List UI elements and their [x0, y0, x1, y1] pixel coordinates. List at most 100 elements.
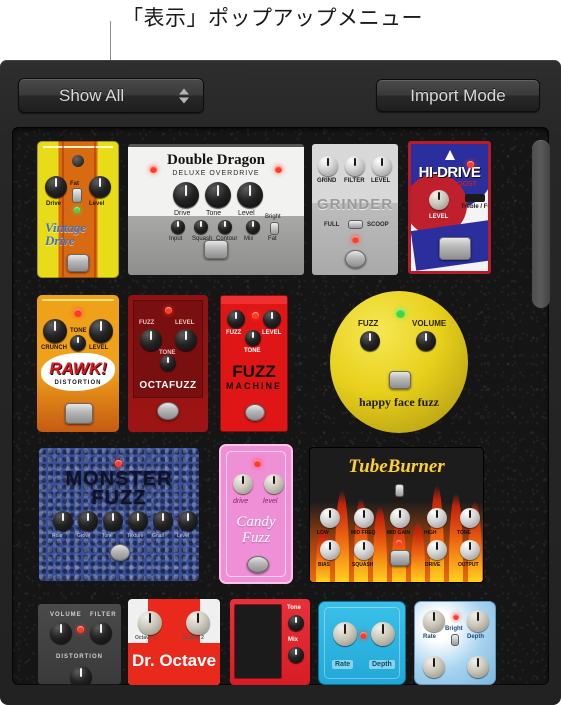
pedal-control-label: OUTPUT	[458, 562, 479, 568]
knob-depth	[467, 610, 489, 632]
pedal-control-label: VOLUME	[412, 319, 447, 328]
pedalboard-plugin-window: Show All Import Mode Drive Level Fat Vintag…	[0, 60, 561, 705]
pedal-title: Dr. Octave	[131, 651, 217, 670]
footswitch[interactable]	[439, 237, 471, 260]
show-all-popup-button[interactable]: Show All	[18, 78, 204, 113]
toggle-switch[interactable]	[395, 484, 404, 497]
pedal-candy-fuzz[interactable]: drive level Candy Fuzz	[219, 444, 293, 584]
footswitch[interactable]	[390, 550, 410, 566]
pedal-subtitle: TREBLE BOOST	[422, 181, 477, 188]
footswitch[interactable]	[389, 371, 411, 389]
pedal-fuzz-machine[interactable]: FUZZ LEVEL TONE FUZZ MACHINE	[220, 295, 288, 432]
pedal-vintage-drive[interactable]: Drive Level Fat Vintage Drive	[37, 141, 119, 278]
knob-level	[237, 182, 263, 208]
knob-grind	[318, 156, 338, 176]
toggle-switch[interactable]	[270, 222, 279, 235]
scrollbar-track[interactable]	[532, 133, 552, 679]
knob-squash	[194, 220, 208, 234]
footswitch[interactable]	[157, 402, 179, 420]
knob-pointer	[381, 158, 383, 167]
pedal-hi-drive[interactable]: HI-DRIVETREBLE BOOST LEVEL Treble / Full	[408, 141, 491, 274]
pedal-tube-burner[interactable]: TubeBurner FAT LOW MID FREQ MID GAIN HIGH TONE…	[309, 447, 484, 583]
pedal-title: MONSTER FUZZ	[65, 468, 173, 509]
footswitch[interactable]	[245, 404, 265, 421]
pedal-control-label: LEVEL	[371, 178, 391, 184]
led-red-icon	[165, 307, 172, 314]
pedal-red-pedal[interactable]: Tone Mix	[230, 599, 310, 685]
knob-depth	[371, 622, 395, 646]
pedal-control-label: Gnarl	[152, 533, 165, 539]
stripe-line	[93, 141, 96, 278]
knob-pointer	[162, 513, 164, 522]
pedal-control-label: Treble / Full	[461, 204, 491, 210]
knob-level	[264, 474, 284, 494]
footswitch[interactable]	[65, 403, 93, 424]
knob-pointer	[249, 184, 251, 196]
led-red-icon	[254, 460, 261, 467]
knob-pointer	[273, 476, 275, 485]
led-red-icon	[275, 166, 282, 173]
pedal-grinder[interactable]: GRIND FILTER LEVEL GRINDER FULL SCOOP	[312, 144, 398, 275]
knob-filter	[345, 156, 365, 176]
knob-pointer	[197, 613, 199, 624]
knob-crunch	[43, 319, 67, 343]
pedal-control-label: FILTER	[90, 612, 117, 618]
stripe-line	[61, 141, 64, 278]
pedal-control-label: Tone	[102, 533, 113, 539]
knob-growl	[78, 511, 98, 531]
knob-level	[429, 190, 449, 210]
knob-pointer	[149, 613, 151, 624]
knob-pointer	[55, 178, 57, 188]
pedal-control-label: FUZZ	[226, 330, 242, 336]
led-red-icon	[74, 309, 82, 317]
pedal-double-dragon[interactable]: Double Dragon DELUXE OVERDRIVE Drive Tone Le…	[128, 144, 304, 275]
pedal-control-label: Depth	[467, 634, 484, 640]
chevron-updown-icon[interactable]	[179, 88, 189, 103]
footswitch[interactable]	[67, 254, 89, 272]
footswitch[interactable]	[204, 240, 228, 259]
pedal-blue-modulation[interactable]: Rate Depth	[318, 601, 406, 685]
input-jack	[72, 155, 84, 167]
pedal-title: Candy Fuzz	[236, 514, 276, 546]
knob-tone	[460, 508, 480, 528]
knob-rate	[423, 610, 445, 632]
toggle-switch[interactable]	[451, 634, 459, 646]
toggle-switch[interactable]	[72, 188, 82, 203]
knob-tone	[288, 615, 304, 631]
pedal-control-label: Input	[169, 236, 183, 242]
knob-mid-gain	[390, 508, 410, 528]
footswitch[interactable]	[110, 544, 130, 561]
knob-pointer	[100, 624, 102, 634]
scrollbar-thumb[interactable]	[532, 140, 550, 308]
knob-pointer	[77, 336, 79, 344]
knob-lower-right	[467, 656, 489, 678]
treble-full-switch[interactable]	[465, 194, 485, 202]
pedal-dr-octave[interactable]: Octave 1 Octave 2 Dr. Octave	[128, 599, 220, 685]
pedal-monster-fuzz[interactable]: MONSTER FUZZ Roar Growl Tone Texture Gnarl Lev…	[39, 448, 199, 581]
pedal-control-label: TONE	[457, 530, 471, 536]
knob-texture	[128, 511, 148, 531]
knob-pointer	[235, 311, 237, 320]
footswitch[interactable]	[345, 250, 366, 268]
pedal-subtitle: MACHINE	[226, 381, 282, 391]
top-highlight	[43, 146, 113, 148]
pedal-rawk-distortion[interactable]: CRUNCH LEVEL TONE RAWK! DISTORTION	[37, 295, 119, 432]
pedal-control-label: Mix	[244, 236, 254, 242]
flame-shape	[335, 490, 349, 582]
pedal-control-label: MID FREQ	[351, 530, 376, 536]
knob-pointer	[436, 510, 438, 519]
knob-level	[372, 156, 392, 176]
pedal-happy-face-fuzz[interactable]: FUZZ VOLUME happy face fuzz	[330, 291, 468, 433]
arrow-up-icon	[445, 150, 455, 160]
pedal-sky-modulation[interactable]: Rate Depth Bright	[414, 601, 496, 685]
pedal-control-label: CRUNCH	[41, 345, 67, 351]
toggle-switch[interactable]	[348, 220, 363, 229]
pedal-control-label: Growl	[77, 533, 91, 539]
pedal-browser-panel[interactable]: Drive Level Fat Vintage Drive Double Dragon D…	[12, 127, 549, 685]
pedal-octafuzz[interactable]: FUZZ LEVEL TONE OCTAFUZZ	[128, 295, 208, 432]
pedal-distortion-pedal[interactable]: VOLUME FILTER DISTORTION	[37, 603, 122, 685]
pedal-control-label: FULL	[324, 222, 340, 228]
import-mode-button[interactable]: Import Mode	[376, 79, 540, 112]
footswitch[interactable]	[247, 556, 269, 573]
knob-pointer	[469, 542, 471, 551]
